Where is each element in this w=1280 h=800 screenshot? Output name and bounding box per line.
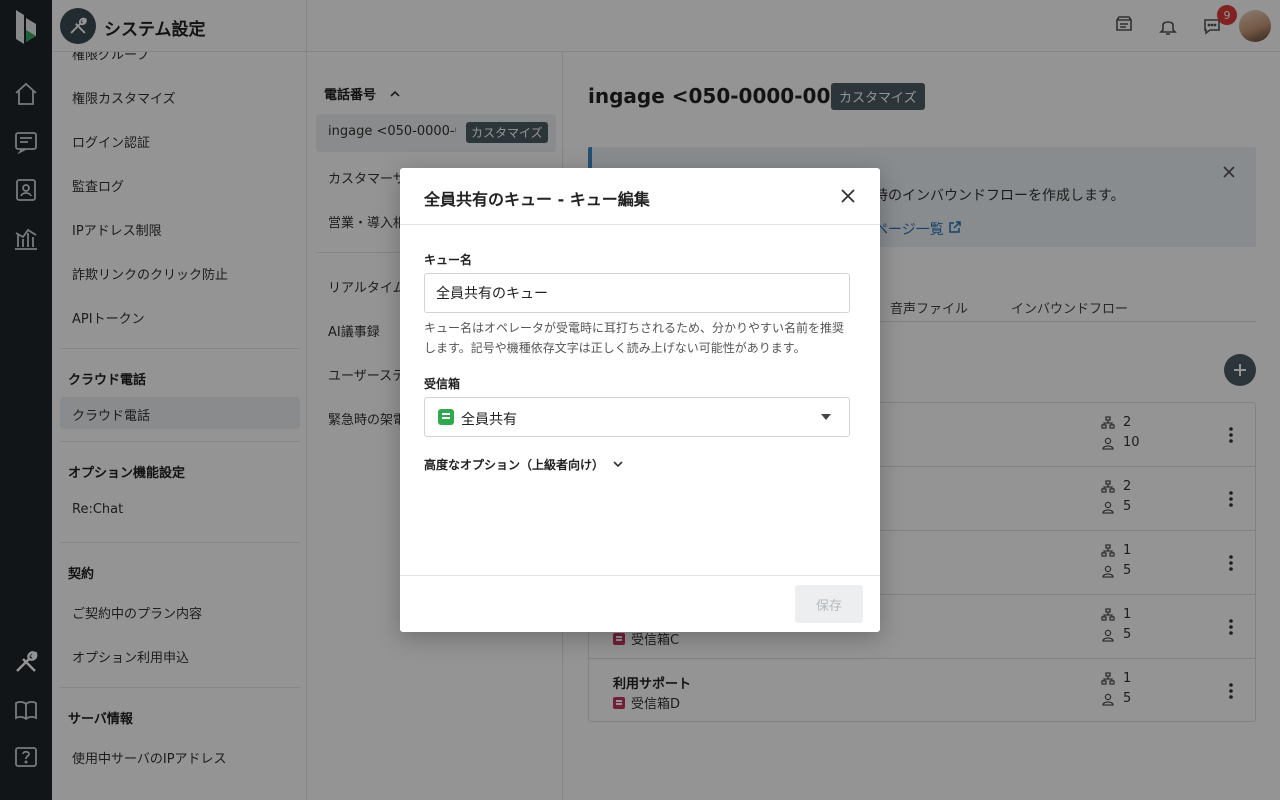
inbox-select[interactable]: 全員共有 [424,397,850,437]
advanced-options-label: 高度なオプション（上級者向け） [424,458,605,472]
inbox-select-value: 全員共有 [461,412,517,428]
dialog-title: 全員共有のキュー - キュー編集 [424,190,650,209]
advanced-options-toggle[interactable]: 高度なオプション（上級者向け） [424,456,624,473]
caret-down-icon [821,414,831,420]
queue-name-label: キュー名 [424,253,473,267]
save-button[interactable]: 保存 [795,585,863,623]
dialog-header: 全員共有のキュー - キュー編集 [400,168,880,225]
edit-queue-dialog: 全員共有のキュー - キュー編集 キュー名 キュー名はオペレータが受電時に耳打ち… [400,168,880,632]
inbox-icon [438,409,454,425]
chevron-down-icon [612,458,624,472]
close-icon[interactable] [836,184,860,208]
queue-name-help: キュー名はオペレータが受電時に耳打ちされるため、分かりやすい名前を推奨します。記… [424,321,845,355]
inbox-label: 受信箱 [424,377,461,391]
dialog-footer: 保存 [400,575,880,632]
queue-name-input[interactable] [424,273,850,313]
